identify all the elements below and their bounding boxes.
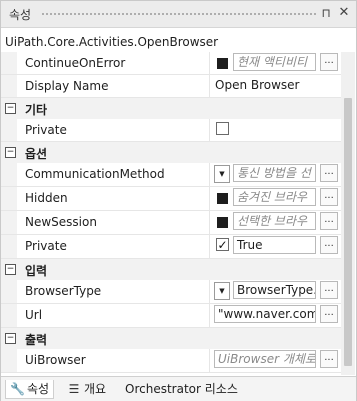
collapse-icon[interactable]: − xyxy=(5,147,16,158)
dropdown-icon[interactable]: ▼ xyxy=(214,282,230,300)
property-name: UiBrowser xyxy=(25,353,86,367)
wrench-icon: 🔧 xyxy=(10,382,25,396)
vertical-scrollbar[interactable] xyxy=(341,52,355,375)
category-label: 기타 xyxy=(25,103,48,117)
ellipsis-button[interactable]: ... xyxy=(320,236,338,254)
communication-method-field[interactable]: 통신 방법을 선 xyxy=(233,164,316,182)
ellipsis-button[interactable]: ... xyxy=(320,212,338,230)
activity-type-name: UiPath.Core.Activities.OpenBrowser xyxy=(5,35,219,49)
property-name: NewSession xyxy=(25,215,97,229)
property-row-url: Url "www.naver.com" ... xyxy=(1,304,341,328)
property-name: Private xyxy=(25,123,67,137)
property-row-private-misc: Private xyxy=(1,119,341,142)
private-checkbox[interactable] xyxy=(216,122,229,135)
bottom-tab-bar: 🔧 속성 ☰ 개요 Orchestrator 리소스 xyxy=(1,376,356,401)
ui-browser-field[interactable]: UiBrowser 개체로 xyxy=(214,350,316,368)
ellipsis-button[interactable]: ... xyxy=(320,188,338,206)
pin-icon[interactable]: ⊓ xyxy=(318,5,334,21)
property-row-new-session: NewSession 선택한 브라우 ... xyxy=(1,211,341,235)
continue-on-error-field[interactable]: 현재 액티비티 xyxy=(233,53,316,71)
property-row-ui-browser: UiBrowser UiBrowser 개체로 ... xyxy=(1,349,341,373)
private-checkbox[interactable]: ✓ xyxy=(216,238,229,252)
property-row-communication-method: CommunicationMethod ▼ 통신 방법을 선 ... xyxy=(1,163,341,187)
property-name: Display Name xyxy=(25,79,109,93)
display-name-field[interactable]: Open Browser xyxy=(215,78,300,92)
category-output[interactable]: − 출력 xyxy=(1,328,341,349)
property-name: Private xyxy=(25,239,67,253)
hidden-field[interactable]: 숨겨진 브라우 xyxy=(233,188,316,206)
outline-icon: ☰ xyxy=(68,382,80,396)
property-name: BrowserType xyxy=(25,284,102,298)
browser-type-field[interactable]: BrowserType.C xyxy=(233,281,316,299)
ellipsis-button[interactable]: ... xyxy=(320,53,338,71)
ellipsis-button[interactable]: ... xyxy=(320,164,338,182)
variable-indicator xyxy=(217,193,228,204)
property-row-continue-on-error: ContinueOnError 현재 액티비티 ... xyxy=(1,52,341,75)
property-name: ContinueOnError xyxy=(25,56,126,70)
url-field[interactable]: "www.naver.com" xyxy=(214,305,316,323)
properties-panel: 속성 ⊓ ✕ UiPath.Core.Activities.OpenBrowse… xyxy=(0,0,357,401)
property-row-display-name: Display Name Open Browser xyxy=(1,75,341,98)
new-session-field[interactable]: 선택한 브라우 xyxy=(233,212,316,230)
tab-properties[interactable]: 🔧 속성 xyxy=(5,380,55,399)
category-options[interactable]: − 옵션 xyxy=(1,142,341,163)
category-input[interactable]: − 입력 xyxy=(1,259,341,280)
category-label: 출력 xyxy=(25,333,48,347)
private-value-field[interactable]: True xyxy=(233,236,316,254)
property-row-browser-type: BrowserType ▼ BrowserType.C ... xyxy=(1,280,341,304)
category-misc[interactable]: − 기타 xyxy=(1,98,341,119)
property-grid: ContinueOnError 현재 액티비티 ... Display Name… xyxy=(1,52,341,375)
property-name: Url xyxy=(25,308,43,322)
tab-outline[interactable]: ☰ 개요 xyxy=(67,380,106,398)
collapse-icon[interactable]: − xyxy=(5,264,16,275)
close-icon[interactable]: ✕ xyxy=(336,5,352,21)
ellipsis-button[interactable]: ... xyxy=(320,305,338,323)
property-row-private-options: Private ✓ True ... xyxy=(1,235,341,259)
panel-title: 속성 xyxy=(9,8,32,22)
variable-indicator xyxy=(217,217,228,228)
ellipsis-button[interactable]: ... xyxy=(320,281,338,299)
drag-grip[interactable] xyxy=(41,12,316,16)
variable-indicator xyxy=(217,58,228,69)
panel-title-bar[interactable]: 속성 ⊓ ✕ xyxy=(1,1,356,28)
category-label: 입력 xyxy=(25,264,48,278)
ellipsis-button[interactable]: ... xyxy=(320,350,338,368)
property-row-hidden: Hidden 숨겨진 브라우 ... xyxy=(1,187,341,211)
collapse-icon[interactable]: − xyxy=(5,333,16,344)
category-label: 옵션 xyxy=(25,147,48,161)
property-name: Hidden xyxy=(25,191,68,205)
scrollbar-thumb[interactable] xyxy=(344,98,352,366)
dropdown-icon[interactable]: ▼ xyxy=(214,165,230,183)
collapse-icon[interactable]: − xyxy=(5,103,16,114)
tab-orchestrator-resources[interactable]: Orchestrator 리소스 xyxy=(125,380,238,398)
property-name: CommunicationMethod xyxy=(25,167,165,181)
